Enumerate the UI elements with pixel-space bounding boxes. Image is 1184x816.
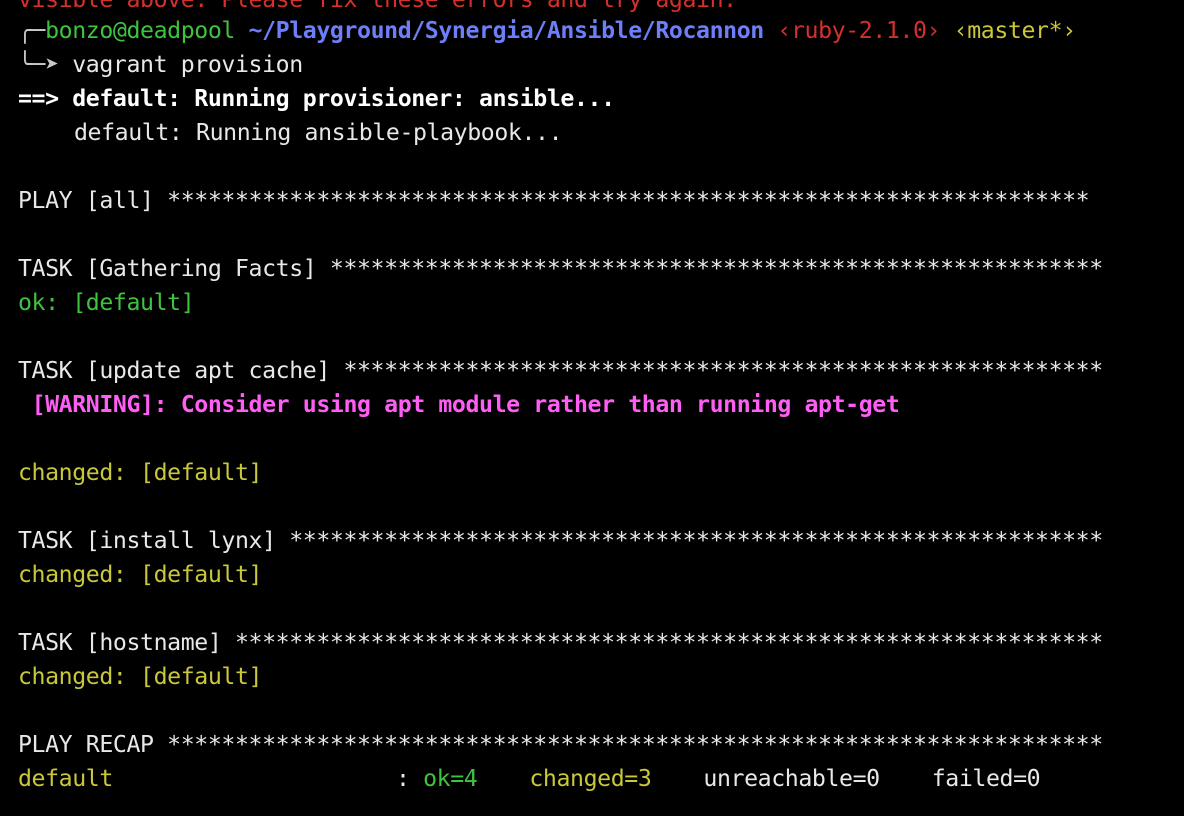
terminal-window[interactable]: visible above. Please fix these errors a… — [0, 0, 1184, 816]
task-update-apt-cache: TASK [update apt cache] ****************… — [18, 357, 1103, 384]
recap-row: default: ok=4 changed=3 unreachable=0 faile… — [18, 762, 1041, 796]
vagrant-provisioner-text: default: Running provisioner: ansible... — [72, 85, 615, 112]
task-gathering-facts: TASK [Gathering Facts] *****************… — [18, 255, 1103, 282]
task-result-changed: changed: [default] — [18, 663, 263, 690]
prompt-ruby-version: ‹ruby-2.1.0› — [777, 17, 941, 44]
task-result-changed: changed: [default] — [18, 561, 263, 588]
command-line: ╰─➤ vagrant provision — [18, 48, 303, 82]
task-hostname: TASK [hostname] ************************… — [18, 629, 1103, 656]
task-result-changed: changed: [default] — [18, 459, 263, 486]
vagrant-playbook-line: default: Running ansible-playbook... — [74, 119, 563, 146]
warning-message: Consider using apt module rather than ru… — [167, 391, 900, 418]
prompt-git-branch: ‹master*› — [953, 17, 1076, 44]
task-install-lynx: TASK [install lynx] ********************… — [18, 527, 1103, 554]
prompt-path: ~/Playground/Synergia/Ansible/Rocannon — [248, 17, 765, 44]
vagrant-provisioner-line: ==> default: Running provisioner: ansibl… — [18, 82, 615, 116]
recap-changed: changed=3 — [529, 765, 652, 792]
prompt-user-host: bonzo@deadpool — [45, 17, 235, 44]
shell-prompt: ╭─bonzo@deadpool ~/Playground/Synergia/A… — [18, 14, 1076, 48]
recap-host: default — [18, 765, 113, 792]
recap-ok: ok=4 — [423, 765, 478, 792]
warning-tag: [WARNING]: — [31, 391, 168, 418]
warning-line: [WARNING]: Consider using apt module rat… — [18, 388, 900, 422]
task-result-ok: ok: [default] — [18, 289, 195, 316]
play-recap-header: PLAY RECAP *****************************… — [18, 731, 1103, 758]
recap-unreachable: unreachable=0 — [703, 765, 880, 792]
prompt-corner-glyph: ╭─ — [18, 17, 46, 44]
vagrant-arrow: ==> — [18, 85, 59, 112]
prompt-arrow-glyph: ╰─➤ — [18, 51, 59, 78]
command-text: vagrant provision — [72, 51, 303, 78]
recap-colon: : — [396, 765, 424, 792]
play-header: PLAY [all] *****************************… — [18, 187, 1090, 214]
recap-failed: failed=0 — [931, 765, 1041, 792]
